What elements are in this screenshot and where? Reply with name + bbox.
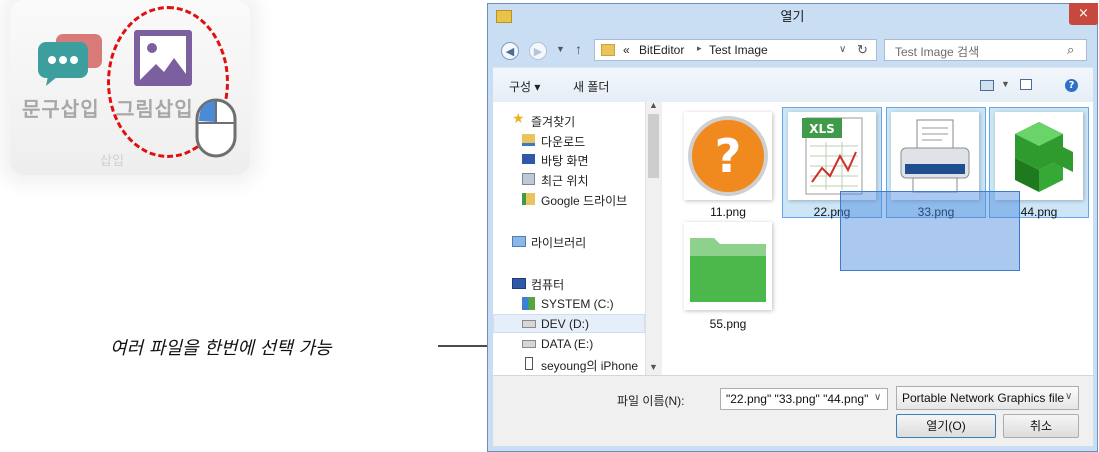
open-button[interactable]: 열기(O): [896, 414, 996, 438]
filetype-value: Portable Network Graphics file: [902, 391, 1065, 405]
svg-text:?: ?: [715, 129, 742, 183]
nav-iphone[interactable]: seyoung의 iPhone: [541, 357, 638, 374]
favorites-star-icon: ★: [512, 111, 525, 127]
recent-locations-chevron-icon[interactable]: ▼: [556, 44, 565, 54]
dialog-title: 열기: [780, 9, 805, 24]
xls-badge: XLS: [809, 122, 835, 136]
file-name-55[interactable]: 55.png: [678, 317, 778, 331]
folder-icon: [601, 44, 615, 56]
filename-dropdown-icon[interactable]: ∨: [874, 392, 881, 403]
search-icon[interactable]: ⌕: [1067, 42, 1074, 58]
search-box[interactable]: Test Image 검색 ⌕: [884, 39, 1087, 61]
question-icon: ?: [688, 116, 768, 196]
google-drive-icon: [522, 193, 535, 205]
help-icon[interactable]: ?: [1065, 79, 1078, 92]
nav-desktop[interactable]: 바탕 화면: [541, 152, 589, 169]
view-options-chevron-icon[interactable]: ▼: [1001, 79, 1010, 89]
filename-input[interactable]: "22.png" "33.png" "44.png" ∨: [720, 388, 888, 410]
filetype-select[interactable]: Portable Network Graphics file ∨: [896, 386, 1079, 410]
nav-computer[interactable]: 컴퓨터: [531, 276, 564, 293]
file-thumb-55[interactable]: [684, 222, 772, 310]
system-drive-icon: [522, 297, 535, 310]
scroll-down-icon[interactable]: ▼: [649, 362, 658, 372]
filetype-dropdown-icon[interactable]: ∨: [1065, 391, 1072, 402]
green-folder-icon: [688, 226, 768, 306]
computer-icon: [512, 278, 526, 289]
scroll-up-icon[interactable]: ▲: [649, 100, 658, 110]
address-dropdown-icon[interactable]: ∨: [839, 44, 846, 55]
refresh-icon[interactable]: ↻: [857, 42, 868, 58]
cancel-button[interactable]: 취소: [1003, 414, 1079, 438]
file-name-11[interactable]: 11.png: [678, 205, 778, 219]
green-cubes-icon: [1015, 122, 1073, 192]
file-thumb-22[interactable]: XLS: [788, 112, 876, 200]
preview-pane-icon[interactable]: [1020, 79, 1032, 90]
spreadsheet-icon: XLS: [802, 117, 863, 195]
file-thumb-44[interactable]: [995, 112, 1083, 200]
breadcrumb-separator: ▸: [697, 43, 702, 53]
nav-downloads[interactable]: 다운로드: [541, 133, 585, 150]
printer-icon: [900, 119, 970, 193]
close-button[interactable]: ×: [1069, 3, 1098, 25]
forward-button[interactable]: ▶: [529, 42, 547, 60]
file-thumb-11[interactable]: ?: [684, 112, 772, 200]
new-folder-button[interactable]: 새 폴더: [573, 78, 609, 95]
drive-e-icon: [522, 340, 536, 348]
desktop-icon: [522, 154, 535, 164]
iphone-icon: [525, 357, 533, 370]
nav-google-drive[interactable]: Google 드라이브: [541, 192, 627, 209]
nav-drive-c[interactable]: SYSTEM (C:): [541, 297, 614, 311]
address-overflow[interactable]: «: [623, 43, 630, 57]
drive-d-icon: [522, 320, 536, 328]
recent-places-icon: [522, 173, 535, 185]
downloads-icon: [522, 134, 535, 146]
filename-value: "22.png" "33.png" "44.png": [726, 392, 869, 406]
nav-recent-places[interactable]: 최근 위치: [541, 172, 589, 189]
up-arrow-icon[interactable]: ↑: [575, 41, 582, 57]
nav-favorites-label[interactable]: 즐겨찾기: [531, 113, 575, 130]
nav-scrollbar-thumb[interactable]: [648, 114, 659, 178]
nav-drive-d[interactable]: DEV (D:): [541, 317, 589, 331]
nav-drive-e[interactable]: DATA (E:): [541, 337, 593, 351]
drag-selection-rectangle: [840, 191, 1020, 271]
back-button[interactable]: ◀: [501, 42, 519, 60]
libraries-icon: [512, 236, 526, 247]
search-placeholder: Test Image 검색: [895, 45, 980, 59]
breadcrumb-bitEditor[interactable]: BitEditor: [639, 43, 684, 57]
view-options-icon[interactable]: [980, 80, 994, 91]
nav-libraries[interactable]: 라이브러리: [531, 234, 586, 251]
organize-button[interactable]: 구성 ▾: [509, 78, 540, 95]
breadcrumb-test-image[interactable]: Test Image: [709, 43, 768, 57]
filename-label: 파일 이름(N):: [617, 394, 685, 408]
address-bar[interactable]: « BitEditor ▸ Test Image ∨ ↻: [594, 39, 877, 61]
file-thumb-33[interactable]: [891, 112, 979, 200]
